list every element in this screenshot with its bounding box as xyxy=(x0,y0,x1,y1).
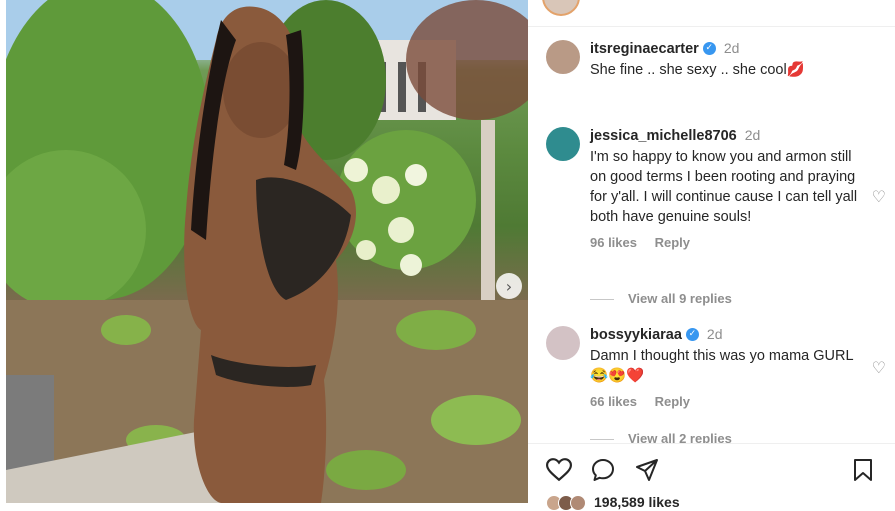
reply-button[interactable]: Reply xyxy=(655,394,690,409)
divider-line xyxy=(590,439,614,441)
chevron-right-icon: › xyxy=(505,276,513,296)
avatar[interactable] xyxy=(546,40,580,74)
comment-body: itsreginaecarter ✓ 2d She fine .. she sexy… xyxy=(590,40,860,80)
comment-likes[interactable]: 96 likes xyxy=(590,235,637,250)
divider-line xyxy=(590,299,614,301)
verified-badge-icon: ✓ xyxy=(685,328,699,342)
view-replies-button[interactable]: View all 9 replies xyxy=(590,291,732,306)
comment-time[interactable]: 2d xyxy=(707,326,723,342)
liker-avatar xyxy=(570,495,586,511)
heart-icon[interactable] xyxy=(545,458,573,488)
comment-meta: 96 likes Reply xyxy=(590,235,860,250)
comment-text: She fine .. she sexy .. she cool💋 xyxy=(590,62,805,78)
photo-scene xyxy=(6,0,528,503)
comment-likes[interactable]: 66 likes xyxy=(590,394,637,409)
share-icon[interactable] xyxy=(634,458,660,488)
header-divider xyxy=(528,26,895,27)
comment-time[interactable]: 2d xyxy=(745,127,761,143)
comment-icon[interactable] xyxy=(590,458,616,488)
comments-panel: itsreginaecarter ✓ 2d She fine .. she sexy… xyxy=(528,0,895,511)
action-bar: 198,589 likes xyxy=(528,443,895,511)
bookmark-icon[interactable] xyxy=(852,458,874,488)
comment-time[interactable]: 2d xyxy=(724,40,740,56)
comment-body: jessica_michelle8706 2d I'm so happy to k… xyxy=(590,127,860,250)
verified-badge-icon: ✓ xyxy=(702,42,716,56)
post-photo: › xyxy=(6,0,528,503)
avatar[interactable] xyxy=(546,127,580,161)
comment-username[interactable]: bossyykiaraa xyxy=(590,327,682,343)
heart-icon[interactable]: ♡ xyxy=(872,187,886,206)
avatar[interactable] xyxy=(546,326,580,360)
next-photo-button[interactable]: › xyxy=(496,273,522,299)
reply-button[interactable]: Reply xyxy=(655,235,690,250)
comment-username[interactable]: jessica_michelle8706 xyxy=(590,128,737,144)
comment-body: bossyykiaraa ✓ 2d Damn I thought this was … xyxy=(590,326,860,409)
comment-username[interactable]: itsreginaecarter xyxy=(590,41,699,57)
comment-text: I'm so happy to know you and armon still… xyxy=(590,149,858,225)
comment-text: Damn I thought this was yo mama GURL 😂😍❤… xyxy=(590,348,853,384)
comment-meta: 66 likes Reply xyxy=(590,394,860,409)
heart-icon[interactable]: ♡ xyxy=(872,358,886,377)
likes-count[interactable]: 198,589 likes xyxy=(594,494,680,510)
view-replies-label: View all 9 replies xyxy=(628,291,732,306)
poster-avatar[interactable] xyxy=(542,0,580,16)
instagram-post-frame: › itsreginaecarter ✓ 2d She fine .. she se… xyxy=(0,0,895,511)
